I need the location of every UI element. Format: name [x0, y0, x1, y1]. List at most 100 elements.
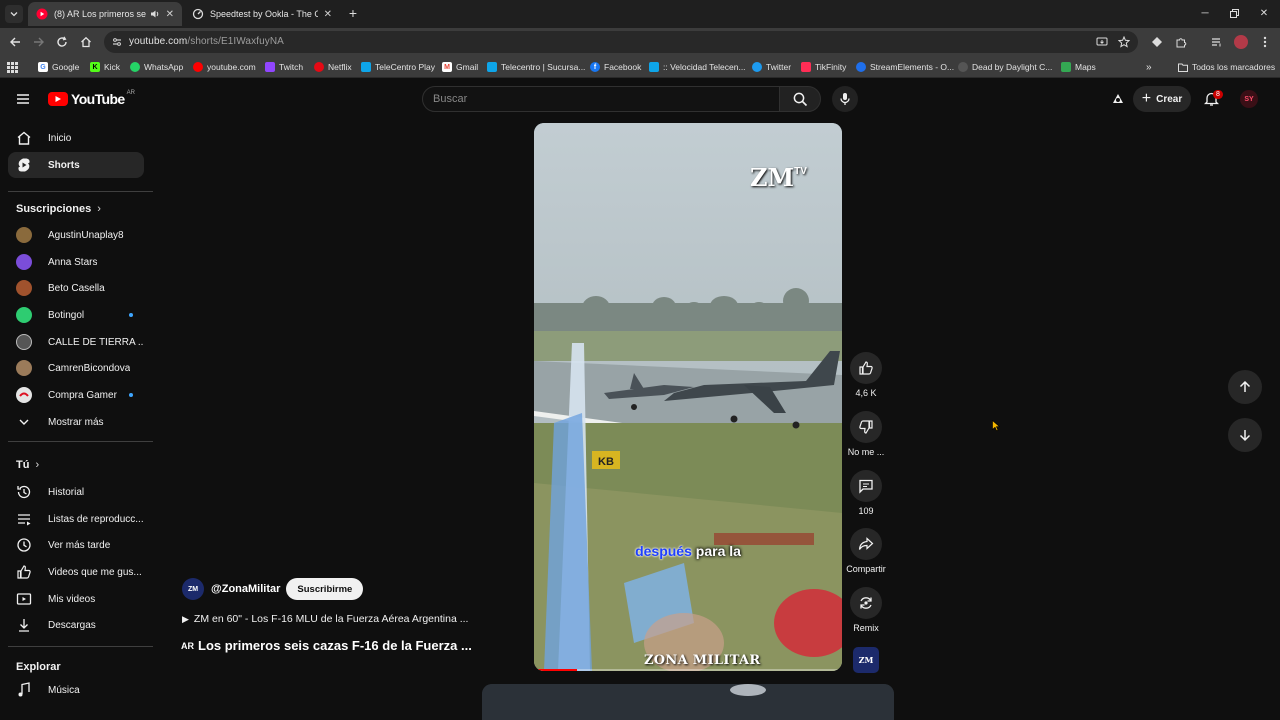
- youtube-logo[interactable]: YouTube AR: [48, 90, 135, 107]
- apps-grid-icon[interactable]: [7, 60, 18, 74]
- tab-youtube[interactable]: (8) AR Los primeros seis caza ✕: [28, 2, 182, 26]
- short-video-player[interactable]: KB ZMTV después para la ZONA MILITAR: [534, 123, 842, 671]
- bookmark-tikfinity[interactable]: TikFinity: [801, 60, 846, 74]
- show-more-button[interactable]: Mostrar más: [8, 409, 144, 435]
- bookmark-velocidad[interactable]: :: Velocidad Telecen...: [649, 60, 746, 74]
- dislike-button[interactable]: No me ...: [842, 411, 890, 457]
- audio-playing-icon[interactable]: [150, 9, 160, 19]
- sidebar-sub-calle-de-tierra[interactable]: CALLE DE TIERRA ...: [8, 329, 144, 355]
- channel-handle[interactable]: @ZonaMilitar: [211, 583, 280, 595]
- home-button-icon[interactable]: [77, 33, 95, 51]
- bookmark-telecentro-sucursal[interactable]: Telecentro | Sucursa...: [487, 60, 585, 74]
- remix-button[interactable]: Remix: [842, 587, 890, 633]
- video-progress-bar[interactable]: [534, 669, 842, 671]
- studio-icon[interactable]: [1108, 89, 1128, 109]
- short-title-text: Los primeros seis cazas F-16 de la Fuerz…: [198, 638, 472, 653]
- restore-window-icon[interactable]: [1224, 4, 1244, 22]
- subscriptions-heading[interactable]: Suscripciones ›: [16, 203, 101, 215]
- sidebar-item-music[interactable]: Música: [8, 677, 144, 703]
- next-short-button[interactable]: [1228, 418, 1262, 452]
- sidebar-item-my-videos[interactable]: Mis videos: [8, 586, 144, 612]
- reload-icon[interactable]: [53, 33, 71, 51]
- sidebar-item-inicio[interactable]: Inicio: [8, 125, 144, 151]
- share-button[interactable]: Compartir: [842, 528, 890, 574]
- forward-arrow-icon[interactable]: [30, 33, 48, 51]
- bookmark-gmail[interactable]: M Gmail: [442, 60, 478, 74]
- sidebar-sub-anna-stars[interactable]: Anna Stars: [8, 249, 144, 275]
- bookmark-kick[interactable]: K Kick: [90, 60, 120, 74]
- site-info-icon[interactable]: [111, 36, 123, 48]
- create-button[interactable]: + Crear: [1133, 86, 1191, 112]
- sidebar-item-liked-videos[interactable]: Videos que me gus...: [8, 559, 144, 585]
- bookmark-maps[interactable]: Maps: [1061, 60, 1096, 74]
- bookmark-streamelements[interactable]: StreamElements - O...: [856, 60, 954, 74]
- channel-avatar[interactable]: ZM: [182, 578, 204, 600]
- short-title[interactable]: AR Los primeros seis cazas F-16 de la Fu…: [181, 638, 472, 653]
- next-short-preview[interactable]: [482, 684, 894, 720]
- voice-search-button[interactable]: [832, 86, 858, 112]
- more-bookmarks-chevron-icon[interactable]: »: [1146, 60, 1152, 74]
- remix-label: Remix: [853, 623, 879, 633]
- channel-thumbnail[interactable]: ZM: [853, 647, 879, 673]
- playlist-link[interactable]: ▶ ZM en 60" - Los F-16 MLU de la Fuerza …: [182, 613, 468, 625]
- bookmark-google[interactable]: G Google: [38, 60, 79, 74]
- sidebar-sub-botingol[interactable]: Botingol: [8, 302, 144, 328]
- sidebar-item-historial[interactable]: Historial: [8, 479, 144, 505]
- avatar: [16, 227, 32, 243]
- sidebar-sub-agustinunaplay8[interactable]: AgustinUnaplay8: [8, 222, 144, 248]
- twitter-icon: [752, 62, 762, 72]
- subscribe-button[interactable]: Suscribirme: [286, 578, 364, 600]
- youtube-page: YouTube AR Buscar + Crear 8 SY Inicio Sho: [0, 79, 1280, 720]
- profile-avatar[interactable]: [1232, 33, 1250, 51]
- extensions-puzzle-icon[interactable]: [1172, 33, 1190, 51]
- bookmark-dead-by-daylight[interactable]: Dead by Daylight C...: [958, 60, 1052, 74]
- sidebar-item-playlists[interactable]: Listas de reproducc...: [8, 506, 144, 532]
- search-input[interactable]: Buscar: [422, 86, 780, 112]
- sidebar-item-shorts[interactable]: Shorts: [8, 152, 144, 178]
- install-app-icon[interactable]: [1093, 33, 1111, 51]
- tab-search-button[interactable]: [5, 5, 23, 23]
- bookmark-facebook[interactable]: f Facebook: [590, 60, 641, 74]
- bookmark-youtube[interactable]: youtube.com: [193, 60, 256, 74]
- close-tab-icon[interactable]: ✕: [166, 9, 174, 20]
- sidebar-item-watch-later[interactable]: Ver más tarde: [8, 532, 144, 558]
- sidebar-sub-compra-gamer[interactable]: Compra Gamer: [8, 382, 144, 408]
- browser-tab-bar: (8) AR Los primeros seis caza ✕ Speedtes…: [0, 0, 1280, 28]
- like-button[interactable]: 4,6 K: [842, 352, 890, 398]
- new-tab-button[interactable]: +: [345, 5, 361, 21]
- bookmark-netflix[interactable]: Netflix: [314, 60, 352, 74]
- close-window-icon[interactable]: ✕: [1254, 4, 1274, 22]
- facebook-icon: f: [590, 62, 600, 72]
- folder-icon: [1178, 62, 1188, 72]
- bookmark-telecentro-play[interactable]: TeleCentro Play: [361, 60, 435, 74]
- back-arrow-icon[interactable]: [6, 33, 24, 51]
- bookmark-star-icon[interactable]: [1115, 33, 1133, 51]
- media-controls-icon[interactable]: [1208, 33, 1226, 51]
- you-heading[interactable]: Tú ›: [16, 459, 39, 471]
- bookmark-whatsapp[interactable]: WhatsApp: [130, 60, 183, 74]
- sidebar-sub-beto-casella[interactable]: Beto Casella: [8, 275, 144, 301]
- tikfinity-icon: [801, 62, 811, 72]
- browser-menu-icon[interactable]: [1256, 33, 1274, 51]
- all-bookmarks-folder[interactable]: Todos los marcadores: [1178, 60, 1275, 74]
- sidebar-sub-camrenbicondova[interactable]: CamrenBicondova: [8, 355, 144, 381]
- comments-button[interactable]: 109: [842, 470, 890, 516]
- previous-short-button[interactable]: [1228, 370, 1262, 404]
- gmail-icon: M: [442, 62, 452, 72]
- sidebar-item-downloads[interactable]: Descargas: [8, 612, 144, 638]
- plus-icon: +: [1141, 90, 1152, 107]
- video-frame: KB: [534, 123, 842, 671]
- minimize-window-icon[interactable]: ─: [1195, 4, 1215, 22]
- extension-diamond-icon[interactable]: [1148, 33, 1166, 51]
- hamburger-menu-icon[interactable]: [14, 90, 32, 108]
- chevron-down-icon: [16, 414, 32, 430]
- bookmark-twitter[interactable]: Twitter: [752, 60, 791, 74]
- close-tab-icon[interactable]: ✕: [324, 9, 332, 20]
- address-bar[interactable]: youtube.com/shorts/E1IWaxfuyNA: [104, 31, 1138, 53]
- tab-speedtest[interactable]: Speedtest by Ookla - The Globa ✕: [184, 2, 340, 26]
- search-button[interactable]: [779, 86, 821, 112]
- account-avatar[interactable]: SY: [1240, 90, 1258, 108]
- bookmark-twitch[interactable]: Twitch: [265, 60, 303, 74]
- zm-tv-logo: ZMTV: [750, 163, 807, 192]
- chevron-right-icon: ›: [35, 459, 40, 471]
